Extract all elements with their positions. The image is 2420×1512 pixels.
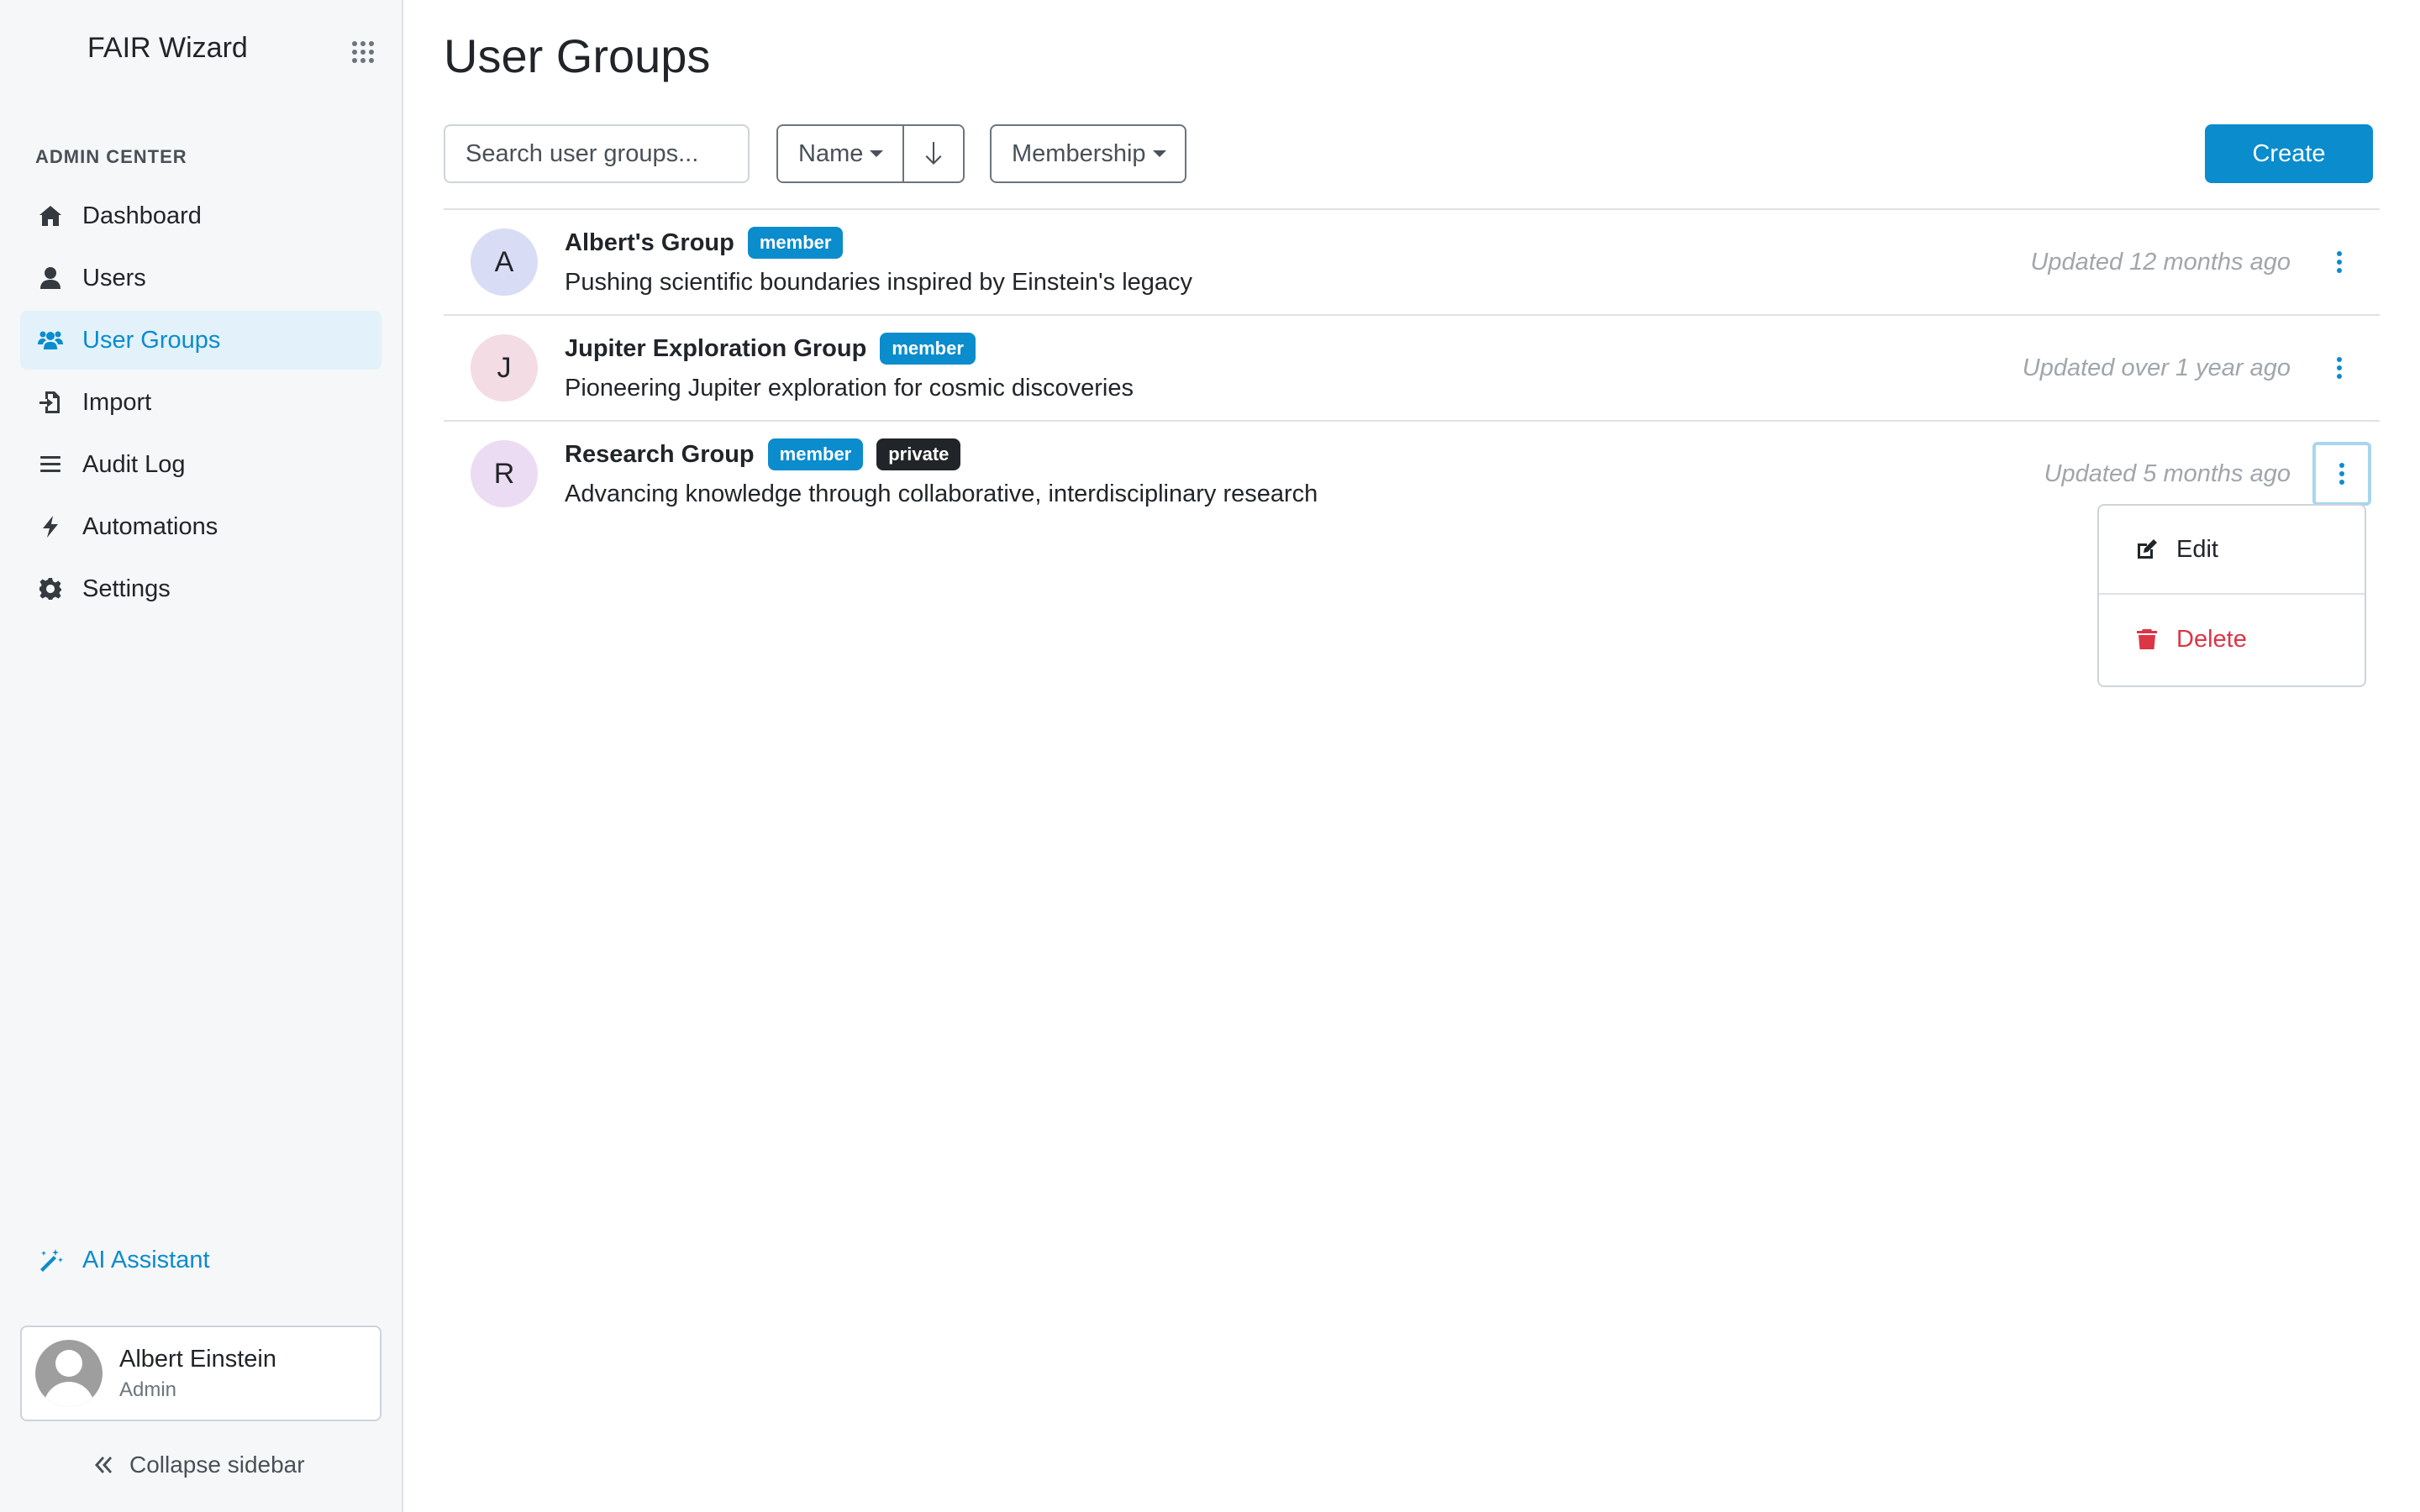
gear-icon <box>37 575 64 602</box>
edit-icon <box>2138 539 2157 559</box>
list-item: R Research Group member private Advancin… <box>444 422 2380 528</box>
group-title-line: Research Group member private <box>565 438 961 470</box>
caret-down-icon <box>1152 150 1166 157</box>
membership-filter-dropdown[interactable]: Membership <box>990 124 1186 183</box>
group-avatar: R <box>471 440 538 507</box>
group-title-line: Jupiter Exploration Group member <box>565 333 976 365</box>
avatar <box>35 1340 103 1407</box>
row-actions-button[interactable] <box>2319 242 2360 282</box>
group-name-link[interactable]: Albert's Group <box>565 229 734 257</box>
home-icon <box>37 202 64 229</box>
users-icon <box>37 327 64 354</box>
collapse-sidebar-button[interactable]: Collapse sidebar <box>91 1452 305 1478</box>
member-badge: member <box>880 333 976 365</box>
user-profile-menu[interactable]: Albert Einstein Admin <box>20 1326 381 1421</box>
user-groups-list: A Albert's Group member Pushing scientif… <box>444 208 2380 528</box>
sidebar-item-label: User Groups <box>82 326 221 354</box>
sidebar-item-audit-log[interactable]: Audit Log <box>20 435 381 494</box>
list-item: J Jupiter Exploration Group member Pione… <box>444 316 2380 422</box>
collapse-sidebar-label: Collapse sidebar <box>129 1452 305 1478</box>
profile-text: Albert Einstein Admin <box>119 1346 276 1402</box>
private-badge: private <box>876 438 961 470</box>
group-description: Pushing scientific boundaries inspired b… <box>565 269 1193 296</box>
group-name-link[interactable]: Research Group <box>565 441 755 469</box>
section-label-admin-center: ADMIN CENTER <box>35 146 187 167</box>
profile-name: Albert Einstein <box>119 1345 276 1373</box>
membership-filter-label: Membership <box>1012 139 1146 167</box>
sidebar-item-dashboard[interactable]: Dashboard <box>20 186 381 245</box>
edit-menu-item[interactable]: Edit <box>2099 506 2365 595</box>
member-badge: member <box>767 438 864 470</box>
ai-assistant-label: AI Assistant <box>82 1247 210 1273</box>
row-actions-button[interactable] <box>2319 348 2360 388</box>
sidebar-item-label: Import <box>82 388 152 416</box>
group-name-link[interactable]: Jupiter Exploration Group <box>565 335 866 363</box>
group-avatar: A <box>471 228 538 296</box>
search-input[interactable] <box>444 124 750 183</box>
sidebar-item-automations[interactable]: Automations <box>20 497 381 556</box>
brand-name[interactable]: FAIR Wizard <box>87 32 248 65</box>
magic-wand-icon <box>40 1248 63 1272</box>
caret-down-icon <box>870 150 884 157</box>
delete-menu-item[interactable]: Delete <box>2099 595 2365 684</box>
sort-field-dropdown[interactable]: Name <box>778 126 904 181</box>
group-description: Pioneering Jupiter exploration for cosmi… <box>565 375 1134 402</box>
trash-icon <box>2137 629 2157 649</box>
kebab-menu-icon <box>2339 463 2344 485</box>
row-actions-dropdown: Edit Delete <box>2097 504 2366 687</box>
group-description: Advancing knowledge through collaborativ… <box>565 480 1318 507</box>
bolt-icon <box>37 513 64 540</box>
sidebar-item-import[interactable]: Import <box>20 373 381 432</box>
user-icon <box>37 265 64 291</box>
list-item: A Albert's Group member Pushing scientif… <box>444 210 2380 316</box>
edit-label: Edit <box>2176 535 2218 563</box>
kebab-menu-icon <box>2337 357 2342 379</box>
list-icon <box>37 451 64 478</box>
sidebar-item-label: Dashboard <box>82 202 202 229</box>
sidebar-item-label: Automations <box>82 512 218 540</box>
main-content: User Groups Name Membership Create A Alb… <box>405 0 2420 1512</box>
sidebar: FAIR Wizard ADMIN CENTER Dashboard Users… <box>0 0 403 1512</box>
sidebar-item-settings[interactable]: Settings <box>20 559 381 618</box>
sort-direction-button[interactable] <box>904 126 963 181</box>
sidebar-item-users[interactable]: Users <box>20 249 381 307</box>
kebab-menu-icon <box>2337 251 2342 273</box>
double-chevron-left-icon <box>95 1457 112 1473</box>
sidebar-item-label: Users <box>82 264 146 291</box>
group-updated-time: Updated 5 months ago <box>2044 460 2291 487</box>
profile-role: Admin <box>119 1378 177 1401</box>
sidebar-nav: Dashboard Users User Groups Import Audit… <box>20 186 381 622</box>
file-import-icon <box>37 389 64 416</box>
group-avatar: J <box>471 334 538 402</box>
sort-control: Name <box>776 124 965 183</box>
page-title: User Groups <box>444 29 711 82</box>
sidebar-item-label: Audit Log <box>82 450 186 478</box>
group-updated-time: Updated 12 months ago <box>2030 249 2291 276</box>
delete-label: Delete <box>2176 625 2247 653</box>
row-actions-button[interactable] <box>2312 442 2371 506</box>
group-title-line: Albert's Group member <box>565 227 844 259</box>
create-button[interactable]: Create <box>2205 124 2373 183</box>
group-updated-time: Updated over 1 year ago <box>2022 354 2291 381</box>
ai-assistant-link[interactable]: AI Assistant <box>37 1247 210 1274</box>
sort-field-label: Name <box>798 139 864 167</box>
sidebar-item-user-groups[interactable]: User Groups <box>20 311 381 370</box>
member-badge: member <box>747 227 844 259</box>
arrow-down-icon <box>925 142 942 165</box>
sidebar-item-label: Settings <box>82 575 171 602</box>
apps-grid-icon[interactable] <box>350 39 376 66</box>
